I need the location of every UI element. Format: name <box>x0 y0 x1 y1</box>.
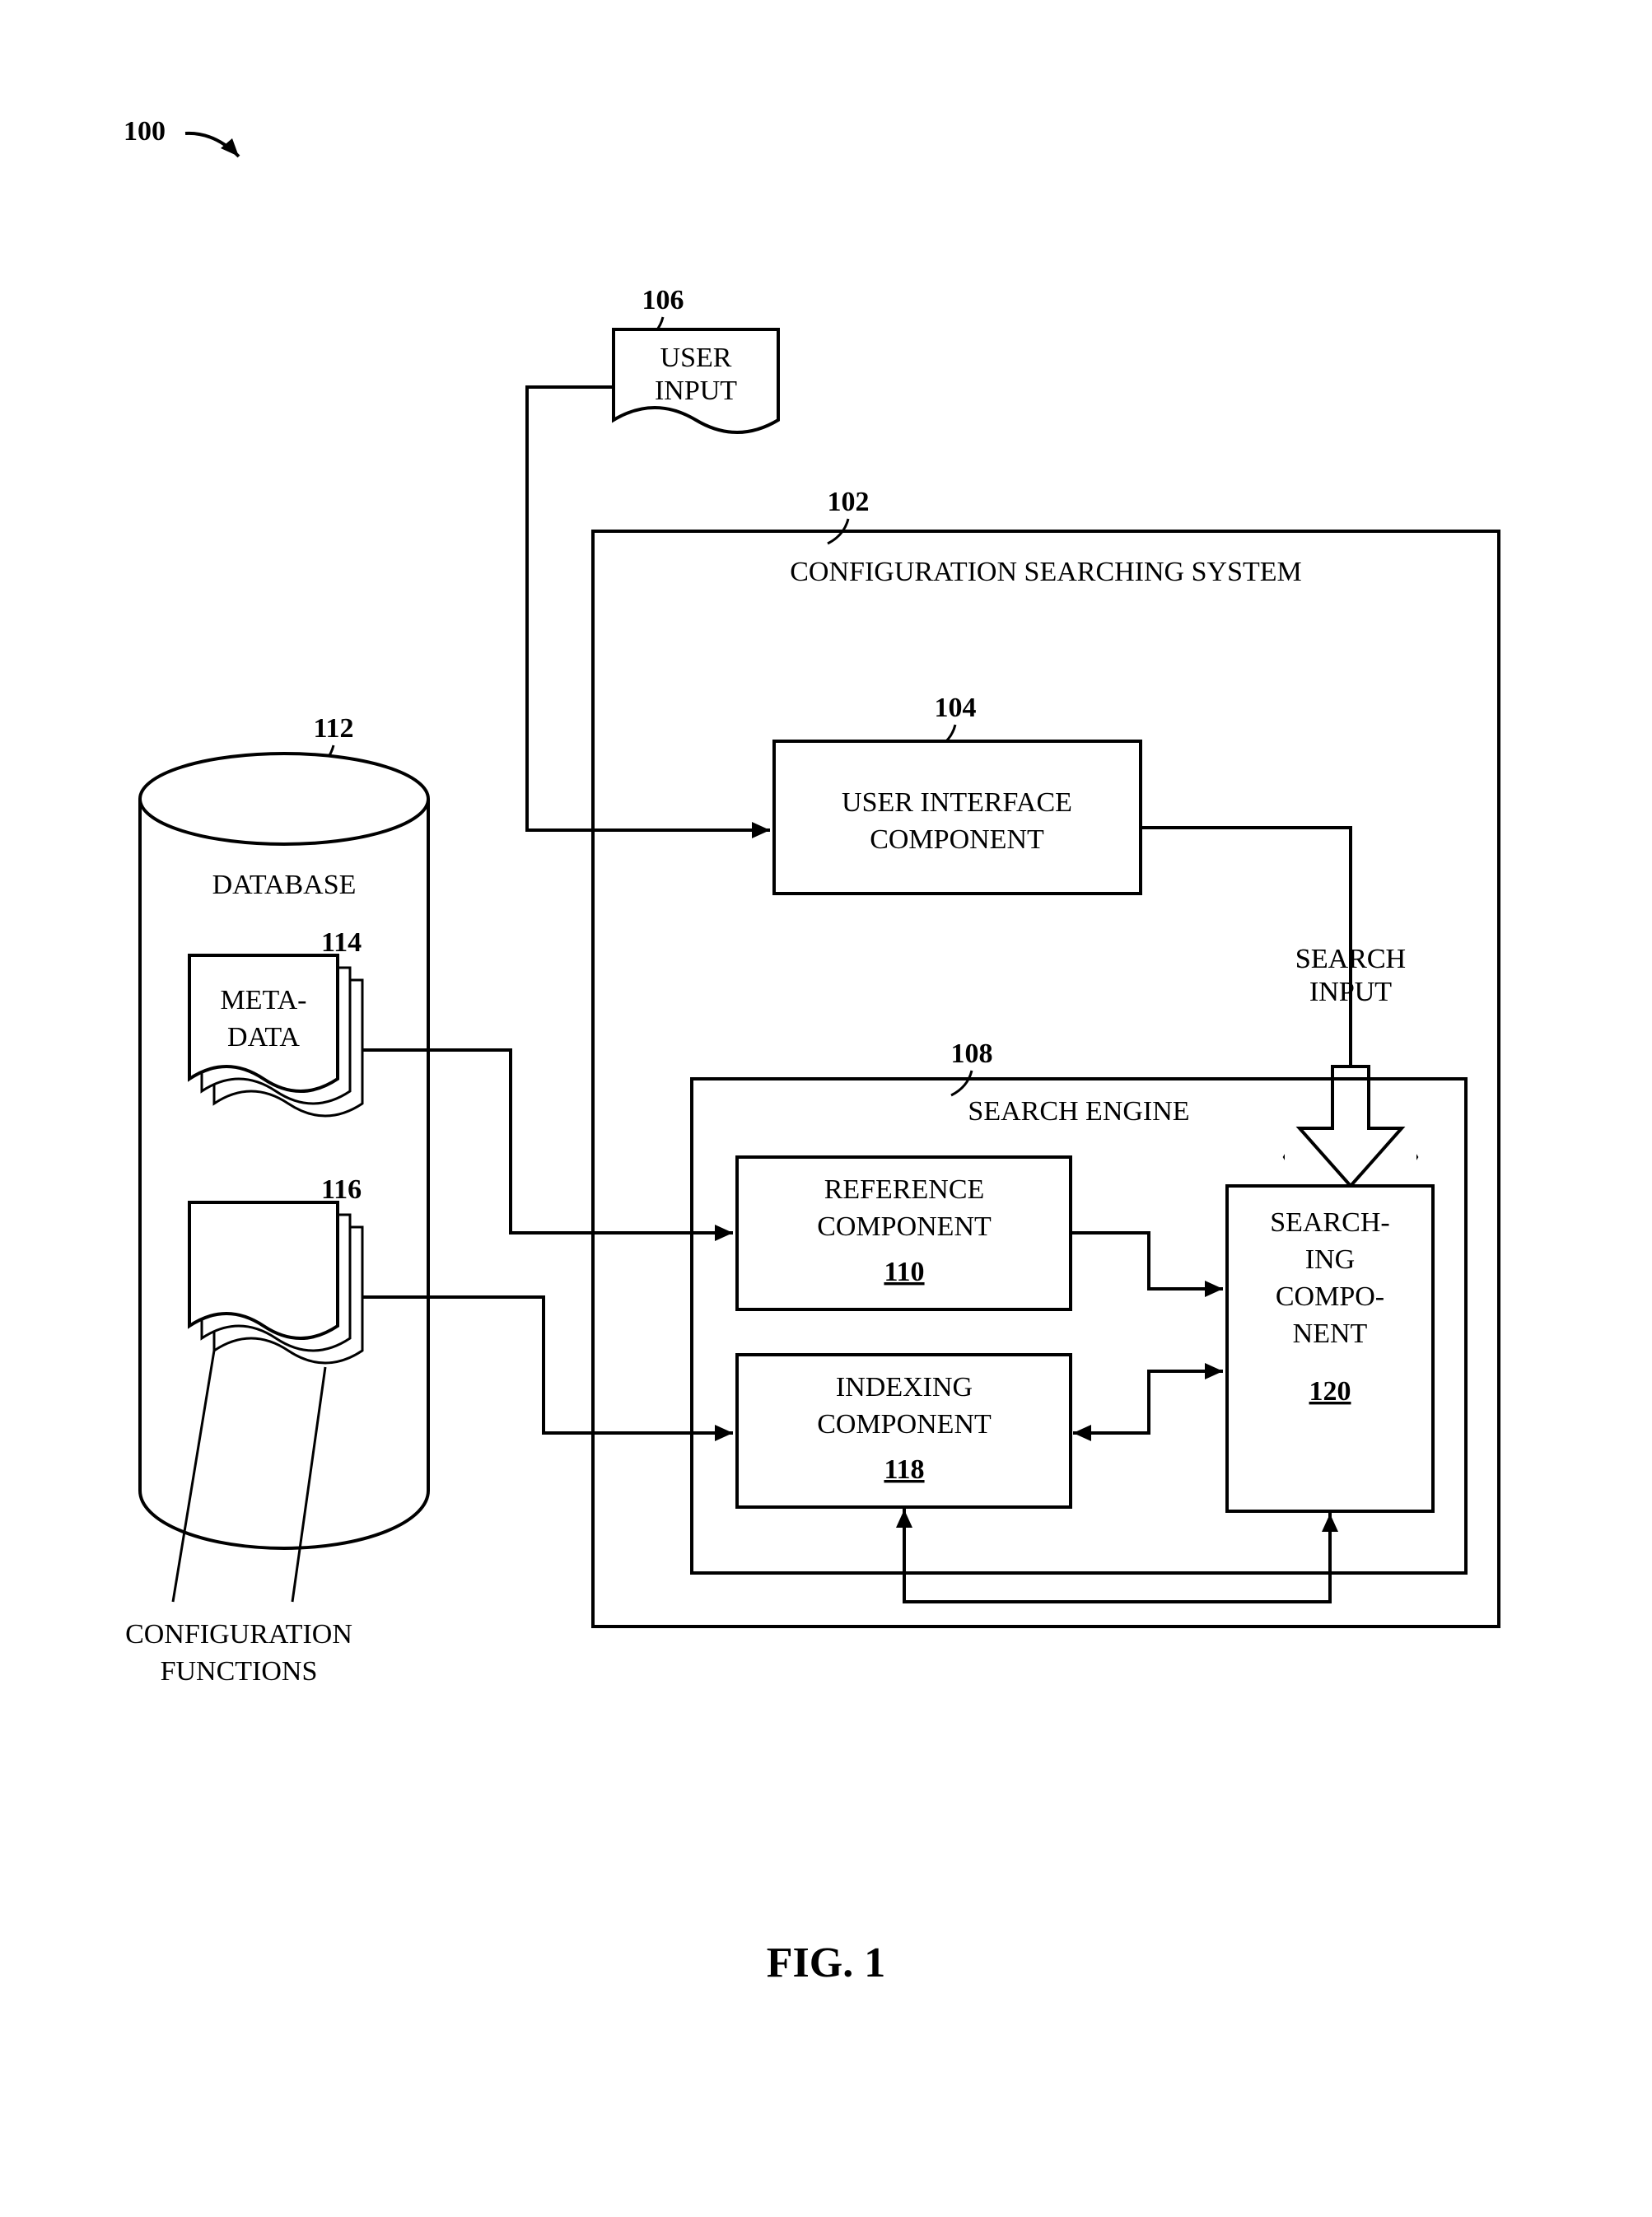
config-functions-label-line1: CONFIGURATION <box>125 1619 352 1650</box>
searching-component-box: SEARCH- ING COMPO- NENT 120 <box>1227 1186 1433 1511</box>
searching-component-ref: 120 <box>1309 1376 1351 1407</box>
svg-text:SEARCH: SEARCH <box>1295 944 1406 974</box>
ui-component-line1: USER INTERFACE <box>842 787 1072 818</box>
config-functions-docs: 116 <box>189 1174 362 1363</box>
ui-component-box: 104 USER INTERFACE COMPONENT <box>774 693 1141 894</box>
metadata-line2: DATA <box>227 1022 300 1052</box>
search-engine-ref: 108 <box>951 1038 993 1069</box>
searching-component-line1: SEARCH- <box>1270 1207 1389 1238</box>
user-input-ref: 106 <box>642 285 684 315</box>
user-input-line1: USER <box>660 343 732 373</box>
system-ref-group: 100 <box>124 116 239 156</box>
system-ref-label: 100 <box>124 116 166 147</box>
user-input-line2: INPUT <box>655 376 737 406</box>
reference-component-ref: 110 <box>884 1257 924 1287</box>
metadata-line1: META- <box>221 985 307 1015</box>
database-cylinder: 112 DATABASE <box>140 713 428 1548</box>
connector-userinput-to-ui <box>527 387 770 838</box>
indexing-component-ref: 118 <box>884 1454 924 1485</box>
config-system-ref: 102 <box>828 487 870 517</box>
reference-component-box: REFERENCE COMPONENT 110 <box>737 1157 1071 1309</box>
connector-index-search <box>1073 1363 1223 1441</box>
metadata-docs: 114 META- DATA <box>189 927 362 1116</box>
searching-component-line4: NENT <box>1293 1319 1368 1349</box>
indexing-component-line1: INDEXING <box>836 1372 973 1403</box>
figure-title: FIG. 1 <box>767 1939 885 1986</box>
ui-component-ref: 104 <box>935 693 977 723</box>
config-functions-label-line2: FUNCTIONS <box>161 1656 318 1687</box>
searching-component-line2: ING <box>1305 1244 1355 1275</box>
search-engine-title: SEARCH ENGINE <box>968 1096 1189 1127</box>
database-title: DATABASE <box>212 870 357 900</box>
config-functions-ref: 116 <box>321 1174 362 1205</box>
connector-ref-to-search <box>1071 1233 1223 1297</box>
connector-bottom-loop <box>896 1507 1338 1602</box>
metadata-ref: 114 <box>321 927 362 958</box>
user-input-doc: 106 USER INPUT <box>614 285 778 432</box>
indexing-component-line2: COMPONENT <box>817 1409 992 1440</box>
ui-component-line2: COMPONENT <box>870 824 1044 855</box>
reference-component-line1: REFERENCE <box>824 1174 985 1205</box>
diagram-canvas: 100 106 USER INPUT 102 CONFIGURATION SEA… <box>0 0 1652 2213</box>
indexing-component-box: INDEXING COMPONENT 118 <box>737 1355 1071 1507</box>
hollow-arrow-down: SEARCH INPUT <box>1141 828 1416 1194</box>
config-system-title: CONFIGURATION SEARCHING SYSTEM <box>790 557 1302 587</box>
reference-component-line2: COMPONENT <box>817 1211 992 1242</box>
database-ref: 112 <box>313 713 353 744</box>
searching-component-line3: COMPO- <box>1276 1281 1384 1312</box>
svg-text:INPUT: INPUT <box>1309 977 1392 1007</box>
